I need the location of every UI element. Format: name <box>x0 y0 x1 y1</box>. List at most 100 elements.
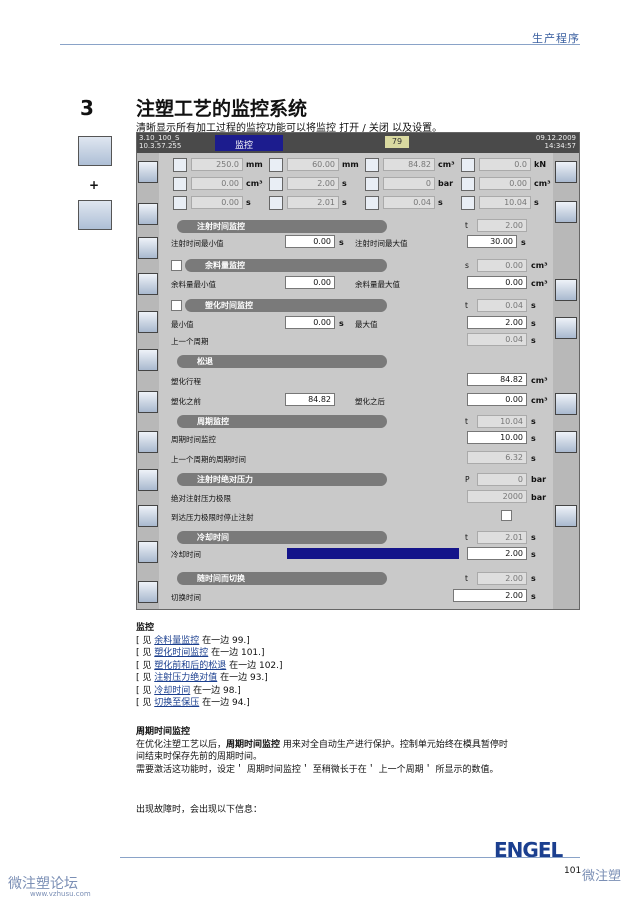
reference-link[interactable]: 塑化时间监控 <box>154 648 208 658</box>
injection-unit-button[interactable] <box>138 237 158 259</box>
unit: bar <box>531 493 547 502</box>
switchover-time-input[interactable]: 2.00 <box>453 589 527 602</box>
readout-value: 60.00 <box>287 158 339 171</box>
plasticizing-last-value: 0.04 <box>467 333 527 346</box>
reference-link[interactable]: 冷却时间 <box>154 686 190 696</box>
monitoring-heading: 监控 <box>136 623 155 633</box>
monitor-screen-icon <box>78 136 112 166</box>
injection-time-actual: 2.00 <box>477 219 527 232</box>
settings-button[interactable] <box>555 201 577 223</box>
readout-value: 0 <box>383 177 435 190</box>
core-pull-button[interactable] <box>138 311 158 333</box>
cushion-max-label: 余料量最大值 <box>355 280 400 289</box>
before-label: 塑化之前 <box>171 397 201 406</box>
stroke-label: 塑化行程 <box>171 377 201 386</box>
readout-icon <box>269 158 283 172</box>
software-version: 3.10_100_S <box>139 134 180 142</box>
refresh-button[interactable] <box>555 161 577 183</box>
screen-date: 09.12.2009 <box>535 134 576 142</box>
readout-icon <box>269 177 283 191</box>
ref-post: 在一边 93.] <box>217 673 268 683</box>
watermark-right: 微注塑 <box>582 869 622 884</box>
readout-icon <box>173 196 187 210</box>
after-input[interactable]: 0.00 <box>467 393 527 406</box>
pressure-actual: 0 <box>477 473 527 486</box>
readout-unit: cm³ <box>438 160 455 169</box>
unit: s <box>531 533 536 542</box>
plasticizing-checkbox[interactable] <box>171 300 182 311</box>
plasticizing-min-input[interactable]: 0.00 <box>285 316 335 329</box>
cycle-text-p1: 在优化注塑工艺以后，周期时间监控 用来对全自动生产进行保护。控制单元始终在模具暂… <box>136 739 606 752</box>
mold-button[interactable] <box>138 161 158 183</box>
tab-monitoring[interactable]: 监控 <box>215 135 283 151</box>
stroke-input[interactable]: 84.82 <box>467 373 527 386</box>
cushion-checkbox[interactable] <box>171 260 182 271</box>
readout-value: 0.0 <box>479 158 531 171</box>
readout-unit: cm³ <box>246 179 263 188</box>
plasticizing-actual: 0.04 <box>477 299 527 312</box>
readout-value: 250.0 <box>191 158 243 171</box>
unit: s <box>339 238 344 247</box>
notes-button[interactable] <box>555 431 577 453</box>
eye-monitor-icon <box>78 200 112 230</box>
readout-value: 2.01 <box>287 196 339 209</box>
ref-pre: [ 见 <box>136 685 155 696</box>
reference-link[interactable]: 余料量监控 <box>154 636 199 646</box>
readout-unit: s <box>342 198 347 207</box>
plus-sign: + <box>89 178 100 192</box>
cushion-min-input[interactable]: 0.00 <box>285 276 335 289</box>
ref-post: 在一边 94.] <box>199 698 250 708</box>
before-input[interactable]: 84.82 <box>285 393 335 406</box>
plasticizing-button[interactable] <box>138 391 158 413</box>
readout-unit: cm³ <box>534 179 551 188</box>
section-number: 3 <box>80 96 94 120</box>
counter-readout: 79 <box>385 136 409 148</box>
reference-link[interactable]: 注射压力绝对值 <box>154 673 217 683</box>
watermark-url: www.vzhusu.com <box>30 890 91 898</box>
plasticizing-max-input[interactable]: 2.00 <box>467 316 527 329</box>
readout-icon <box>461 177 475 191</box>
nozzle-button[interactable] <box>138 273 158 295</box>
ref-post: 在一边 99.] <box>199 635 250 646</box>
alarm-button[interactable] <box>555 505 577 527</box>
cycle-text-p2: 间结束时保存先前的周期时间。 <box>136 752 263 762</box>
reference-link[interactable]: 塑化前和后的松退 <box>154 661 226 671</box>
unit: s <box>531 592 536 601</box>
cycle-time-input[interactable]: 10.00 <box>467 431 527 444</box>
io-button[interactable] <box>138 581 158 603</box>
unit: cm³ <box>531 376 548 385</box>
cooling-time-input[interactable]: 2.00 <box>467 547 527 560</box>
reference-link[interactable]: 切换至保压 <box>154 698 199 708</box>
injection-max-input[interactable]: 30.00 <box>467 235 517 248</box>
readout-unit: bar <box>438 179 454 188</box>
readout-unit: mm <box>342 160 359 169</box>
fault-text: 出现故障时，会出现以下信息： <box>136 805 263 815</box>
decompression-title: 松退 <box>177 355 387 368</box>
readout-unit: mm <box>246 160 263 169</box>
plasticizing-max-label: 最大值 <box>355 320 378 329</box>
left-button-column <box>137 153 159 609</box>
graph-button[interactable] <box>138 541 158 563</box>
edit-button[interactable] <box>555 393 577 415</box>
screw-button[interactable] <box>138 349 158 371</box>
print-button[interactable] <box>555 317 577 339</box>
cylinder-button[interactable] <box>138 469 158 491</box>
injection-min-input[interactable]: 0.00 <box>285 235 335 248</box>
heating-button[interactable] <box>138 505 158 527</box>
s-label: s <box>465 261 469 270</box>
switchover-time-label: 切换时间 <box>171 593 201 602</box>
readout-unit: s <box>534 198 539 207</box>
screen-topbar: 3.10_100_S 10.3.57.255 监控 79 09.12.2009 14… <box>137 133 579 153</box>
cycle-title: 周期监控 <box>177 415 387 428</box>
ref-post: 在一边 98.] <box>190 685 241 696</box>
stop-checkbox[interactable] <box>501 510 512 521</box>
pressure-limit-input[interactable]: 2000 <box>467 490 527 503</box>
readout-icon <box>365 196 379 210</box>
temperature-button[interactable] <box>138 431 158 453</box>
ejector-button[interactable] <box>138 203 158 225</box>
readout-value: 0.00 <box>191 177 243 190</box>
list-button[interactable] <box>555 279 577 301</box>
screen-time: 14:34:57 <box>544 142 576 150</box>
cushion-max-input[interactable]: 0.00 <box>467 276 527 289</box>
engel-logo: ENGEL <box>494 838 563 862</box>
